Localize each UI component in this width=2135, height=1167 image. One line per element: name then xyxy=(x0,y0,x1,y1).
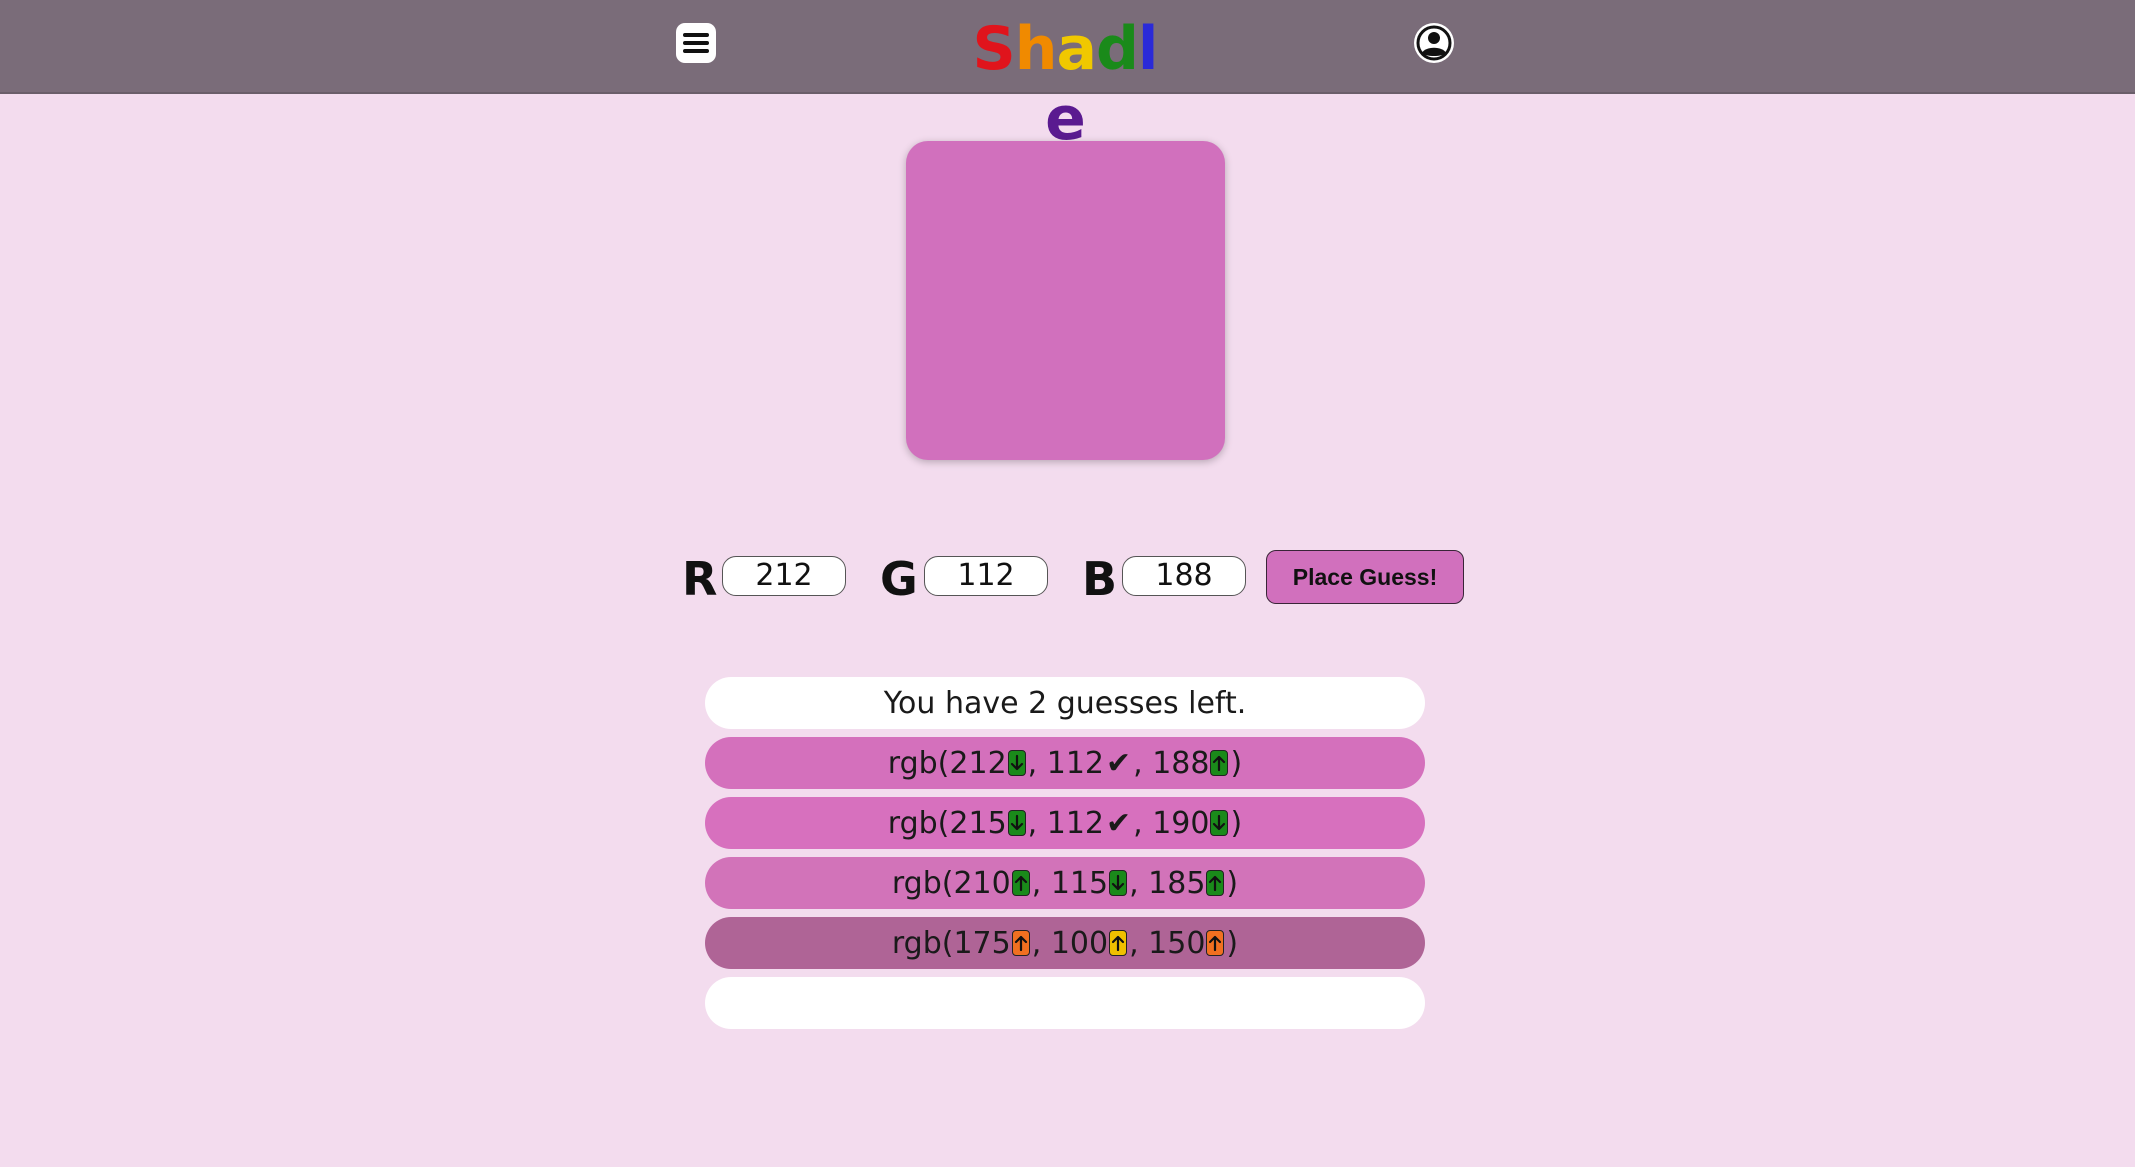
separator: , xyxy=(1129,865,1149,901)
arrow-down-icon xyxy=(1007,810,1026,836)
green-input[interactable] xyxy=(924,556,1048,596)
channel-value: 190 xyxy=(1152,805,1210,841)
arrow-down-icon xyxy=(1007,750,1026,776)
channel-value: 215 xyxy=(949,805,1007,841)
guess-history: You have 2 guesses left. rgb(212, 112 ✔, … xyxy=(705,677,1425,1037)
guess-row: rgb(175, 100, 150) xyxy=(705,917,1425,969)
arrow-up-icon xyxy=(1210,750,1229,776)
arrow-up-icon xyxy=(1206,870,1225,896)
channel-value: 150 xyxy=(1148,925,1206,961)
logo-letter: a xyxy=(1056,14,1096,84)
hamburger-icon xyxy=(676,23,716,63)
separator: ) xyxy=(1230,805,1243,841)
blue-input[interactable] xyxy=(1122,556,1246,596)
arrow-down-icon xyxy=(1210,810,1229,836)
channel-value: 112 xyxy=(1046,805,1104,841)
shadle-logo: Shadle xyxy=(960,14,1170,154)
channel-value: 210 xyxy=(953,865,1011,901)
logo-letter: S xyxy=(972,14,1016,84)
rgb-prefix: rgb( xyxy=(887,805,950,841)
separator: ) xyxy=(1226,925,1239,961)
separator: , xyxy=(1133,805,1153,841)
arrow-up-icon xyxy=(1011,870,1030,896)
target-color-swatch xyxy=(906,141,1225,460)
guess-row: rgb(210, 115, 185) xyxy=(705,857,1425,909)
arrow-up-icon xyxy=(1109,930,1128,956)
green-label: G xyxy=(880,552,918,606)
guess-input-row: R G B Place Guess! xyxy=(0,550,2135,608)
logo-letter: l xyxy=(1137,14,1159,84)
channel-value: 212 xyxy=(949,745,1007,781)
account-button[interactable] xyxy=(1413,22,1455,64)
channel-value: 115 xyxy=(1050,865,1109,901)
guesses-left-status: You have 2 guesses left. xyxy=(705,677,1425,729)
red-input[interactable] xyxy=(722,556,846,596)
logo-letter: h xyxy=(1014,14,1058,84)
top-bar: Shadle xyxy=(0,0,2135,154)
separator: , xyxy=(1129,925,1149,961)
guess-row: rgb(212, 112 ✔, 188) xyxy=(705,737,1425,789)
channel-value: 188 xyxy=(1152,745,1210,781)
rgb-prefix: rgb( xyxy=(887,745,950,781)
channel-value: 100 xyxy=(1050,925,1109,961)
separator: , xyxy=(1027,745,1047,781)
separator: , xyxy=(1031,865,1051,901)
arrow-up-icon xyxy=(1206,930,1225,956)
separator: ) xyxy=(1226,865,1239,901)
channel-value: 185 xyxy=(1148,865,1206,901)
check-icon: ✔ xyxy=(1106,805,1132,841)
account-circle-icon xyxy=(1414,23,1454,63)
separator: , xyxy=(1027,805,1047,841)
channel-value: 175 xyxy=(953,925,1011,961)
hamburger-menu-button[interactable] xyxy=(675,22,717,64)
empty-guess-slot xyxy=(705,977,1425,1029)
logo-letter: d xyxy=(1095,14,1139,84)
separator: ) xyxy=(1230,745,1243,781)
check-icon: ✔ xyxy=(1106,745,1132,781)
guess-row: rgb(215, 112 ✔, 190) xyxy=(705,797,1425,849)
arrow-down-icon xyxy=(1109,870,1128,896)
place-guess-button[interactable]: Place Guess! xyxy=(1266,550,1464,604)
rgb-prefix: rgb( xyxy=(891,925,954,961)
channel-value: 112 xyxy=(1046,745,1104,781)
arrow-up-icon xyxy=(1011,930,1030,956)
separator: , xyxy=(1031,925,1051,961)
rgb-prefix: rgb( xyxy=(891,865,954,901)
separator: , xyxy=(1133,745,1153,781)
blue-label: B xyxy=(1082,552,1118,606)
red-label: R xyxy=(682,552,718,606)
